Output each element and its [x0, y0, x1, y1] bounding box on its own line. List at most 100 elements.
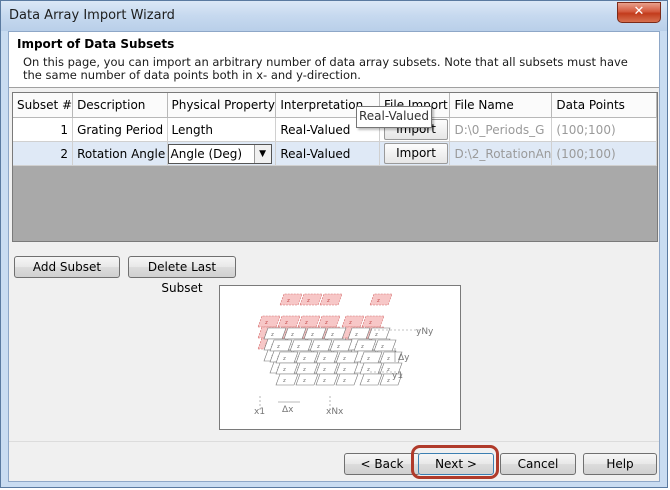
top-layer-row-cell [299, 293, 323, 306]
stack-layer-3-cell-label: z [342, 367, 346, 373]
stack-layer-3-cell [275, 351, 299, 364]
stack-layer-right-0-cell-label: z [368, 320, 372, 326]
cell-description[interactable]: Rotation Angle [72, 141, 168, 166]
title-bar[interactable]: Data Array Import Wizard ✕ [1, 1, 667, 31]
stack-layer-2-cell-label: z [296, 344, 300, 350]
stack-layer-3-cell [315, 373, 339, 386]
stack-layer-3-cell [295, 373, 319, 386]
dropdown-value: Angle (Deg) [170, 146, 243, 161]
top-layer-corner-cell-label: z [376, 298, 380, 304]
y-top-label: yNy [416, 327, 434, 337]
stack-layer-3-cell-label: z [322, 378, 326, 384]
stack-layer-0-cell-label: z [284, 320, 288, 326]
top-layer-row-cell-label: z [326, 298, 330, 304]
cell-file-name[interactable]: D:\0_Periods_G [449, 117, 553, 142]
stack-layer-1-cell [283, 327, 307, 340]
cell-file-name[interactable]: D:\2_RotationAn [449, 141, 553, 166]
interpretation-tooltip: Real-Valued [356, 106, 432, 128]
stack-layer-1-cell-label: z [310, 332, 314, 338]
dropdown-arrow-icon[interactable]: ▼ [253, 144, 271, 163]
top-layer-corner-cell [369, 293, 393, 306]
stack-layer-0-cell [277, 315, 301, 328]
page-title: Import of Data Subsets [17, 37, 175, 51]
stack-layer-right-2-cell [353, 339, 377, 352]
import-button[interactable]: Import [384, 143, 449, 164]
stack-layer-right-1-cell [347, 327, 371, 340]
data-array-illustration: zzzzzzzzzzzzzzzzzzzzzzzzzzzzzzzzzzzzzzzz… [219, 285, 461, 430]
next-button-highlight [411, 445, 499, 479]
stack-layer-2-cell-label: z [336, 344, 340, 350]
stack-layer-3-cell [275, 362, 299, 375]
stack-layer-0-cell-label: z [324, 320, 328, 326]
cell-subset[interactable]: 1 [13, 117, 74, 142]
delete-last-subset-button[interactable]: Delete Last Subset [128, 256, 236, 295]
help-button[interactable]: Help [583, 453, 657, 475]
dx-label: Δx [282, 405, 294, 415]
stack-layer-3-cell [295, 362, 319, 375]
stack-layer-2-cell [329, 339, 353, 352]
stack-layer-3-cell-label: z [342, 378, 346, 384]
stack-layer-3-cell [335, 351, 359, 364]
cell-physical-property: Angle (Deg) ▼ [167, 141, 277, 166]
cell-physical-property[interactable]: Length [167, 117, 277, 142]
x-left-label: x1 [254, 407, 265, 417]
x-right-label: xNx [326, 407, 344, 417]
column-header-physical-property[interactable]: Physical Property [167, 93, 277, 118]
stack-layer-right-1-cell-label: z [374, 332, 378, 338]
stack-layer-1-cell [303, 327, 327, 340]
stack-layer-1-cell [263, 327, 287, 340]
page-description: On this page, you can import an arbitrar… [23, 55, 628, 82]
stack-layer-2-cell [309, 339, 333, 352]
stack-layer-1-cell-label: z [290, 332, 294, 338]
stack-layer-0-cell [297, 315, 321, 328]
dy-label: Δy [398, 353, 410, 363]
stack-layer-3-cell [315, 362, 339, 375]
cell-data-points: (100;100) [551, 141, 657, 166]
close-button[interactable]: ✕ [617, 2, 661, 23]
stack-layer-2-cell [269, 339, 293, 352]
y-bottom-label: y1 [392, 371, 403, 381]
stack-layer-right-3-cell [359, 362, 383, 375]
back-button[interactable]: < Back [344, 453, 420, 475]
stack-layer-3-cell-label: z [342, 356, 346, 362]
column-header-data-points[interactable]: Data Points [551, 93, 657, 118]
top-layer-row-cell [319, 293, 343, 306]
stack-layer-right-3-cell-label: z [386, 378, 390, 384]
footer-divider [9, 441, 659, 442]
stack-layer-0-cell [257, 315, 281, 328]
stack-layer-3-cell-label: z [302, 356, 306, 362]
wizard-client-area: Import of Data Subsets On this page, you… [8, 31, 660, 482]
cell-subset[interactable]: 2 [13, 141, 74, 166]
stack-layer-3-cell-label: z [322, 356, 326, 362]
stack-layer-right-3-cell-label: z [366, 367, 370, 373]
stack-layer-3-cell-label: z [302, 367, 306, 373]
table-row[interactable]: 2 Rotation Angle Angle (Deg) ▼ Real-Valu… [13, 141, 657, 166]
cell-interpretation[interactable]: Real-Valued [275, 141, 381, 166]
top-layer-row-cell [279, 293, 303, 306]
stack-layer-3-cell-label: z [282, 378, 286, 384]
stack-layer-0-cell-label: z [304, 320, 308, 326]
stack-layer-3-cell [315, 351, 339, 364]
stack-layer-0-cell [317, 315, 341, 328]
stack-layer-1-cell-label: z [270, 332, 274, 338]
subset-grid[interactable]: Subset # Description Physical Property I… [12, 92, 658, 242]
table-header-row: Subset # Description Physical Property I… [13, 93, 657, 118]
table-row[interactable]: 1 Grating Period Length Real-Valued Impo… [13, 117, 657, 142]
stack-layer-right-0-cell [361, 315, 385, 328]
stack-layer-right-2-cell-label: z [360, 344, 364, 350]
stack-layer-1-cell [323, 327, 347, 340]
stack-layer-right-2-cell [373, 339, 397, 352]
add-subset-button[interactable]: Add Subset [14, 256, 120, 278]
cell-file-import: Import [379, 141, 451, 166]
column-header-description[interactable]: Description [72, 93, 168, 118]
column-header-subset[interactable]: Subset # [13, 93, 74, 118]
stack-layer-3-cell-label: z [282, 367, 286, 373]
window-title: Data Array Import Wizard [9, 8, 175, 23]
column-header-file-name[interactable]: File Name [449, 93, 553, 118]
stack-layer-0-cell-label: z [264, 320, 268, 326]
cell-description[interactable]: Grating Period [72, 117, 168, 142]
cancel-button[interactable]: Cancel [500, 453, 576, 475]
stack-layer-right-2-cell-label: z [380, 344, 384, 350]
stack-layer-3-cell-label: z [322, 367, 326, 373]
physical-property-dropdown[interactable]: Angle (Deg) ▼ [167, 143, 272, 164]
